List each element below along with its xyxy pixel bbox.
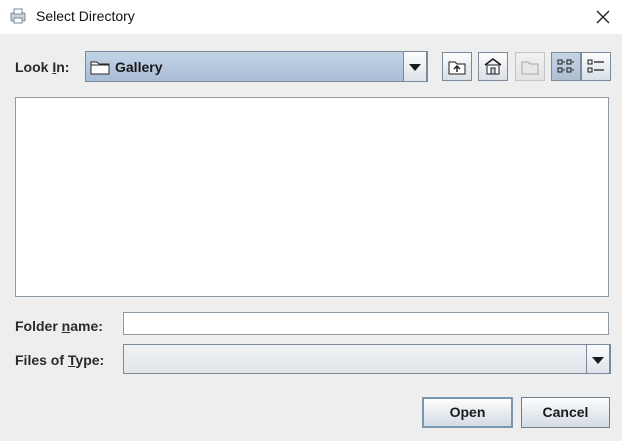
folder-icon	[90, 61, 110, 75]
chevron-down-icon	[409, 64, 421, 71]
folder-name-field[interactable]	[123, 312, 609, 335]
printer-icon	[10, 8, 26, 24]
close-icon[interactable]	[592, 6, 614, 28]
title-bar: Select Directory	[0, 0, 622, 34]
files-of-type-dropdown-button[interactable]	[586, 344, 610, 374]
folder-name-label: Folder name:	[15, 318, 103, 334]
new-folder-button[interactable]	[515, 52, 545, 81]
home-button[interactable]	[478, 52, 508, 81]
details-view-button[interactable]	[581, 52, 611, 81]
files-of-type-combo[interactable]	[123, 344, 611, 374]
look-in-combo[interactable]: Gallery	[85, 51, 428, 82]
home-icon	[484, 58, 502, 75]
folder-up-icon	[448, 61, 466, 75]
chevron-down-icon	[592, 357, 604, 364]
details-view-icon	[587, 59, 604, 73]
list-view-button[interactable]	[551, 52, 581, 81]
up-one-level-button[interactable]	[442, 52, 472, 81]
open-button[interactable]: Open	[422, 397, 513, 428]
look-in-value: Gallery	[115, 59, 163, 75]
new-folder-icon	[521, 61, 539, 75]
files-of-type-label: Files of Type:	[15, 352, 105, 368]
file-list[interactable]	[15, 97, 609, 297]
cancel-button[interactable]: Cancel	[521, 397, 610, 428]
look-in-dropdown-button[interactable]	[403, 51, 427, 82]
look-in-label: Look In:	[15, 59, 70, 75]
list-view-icon	[557, 59, 574, 73]
window-title: Select Directory	[36, 8, 135, 24]
